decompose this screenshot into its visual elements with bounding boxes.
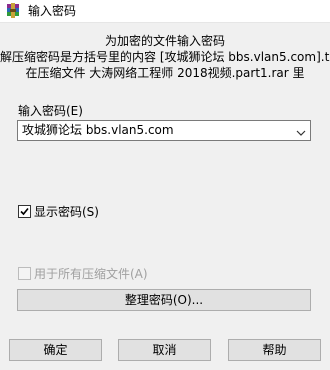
use-for-all-label[interactable]: 用于所有压缩文件(A) [34,266,148,282]
help-button[interactable]: 帮助 [228,339,321,361]
cancel-button[interactable]: 取消 [118,339,211,361]
chevron-down-icon[interactable] [296,126,306,136]
password-label: 输入密码(E) [18,104,83,118]
show-password-checkbox[interactable] [18,205,31,218]
winrar-icon [5,3,21,19]
ok-button[interactable]: 确定 [9,339,102,361]
info-line-3: 在压缩文件 大涛网络工程师 2018视频.part1.rar 里 [25,66,305,80]
title-bar[interactable]: 输入密码 [0,0,330,23]
window-title: 输入密码 [28,4,77,18]
use-for-all-checkbox[interactable] [18,267,31,280]
info-line-1: 为加密的文件输入密码 [104,34,225,48]
password-combobox[interactable]: 攻城狮论坛 bbs.vlan5.com [17,120,311,141]
password-value[interactable]: 攻城狮论坛 bbs.vlan5.com [22,123,174,138]
info-line-2: 解压缩密码是方括号里的内容 [攻城狮论坛 bbs.vlan5.com].txt [0,50,330,64]
password-info: 为加密的文件输入密码 解压缩密码是方括号里的内容 [攻城狮论坛 bbs.vlan… [0,33,330,81]
checkmark-icon [20,207,29,216]
show-password-label[interactable]: 显示密码(S) [34,204,99,220]
organize-passwords-button[interactable]: 整理密码(O)... [17,289,311,311]
